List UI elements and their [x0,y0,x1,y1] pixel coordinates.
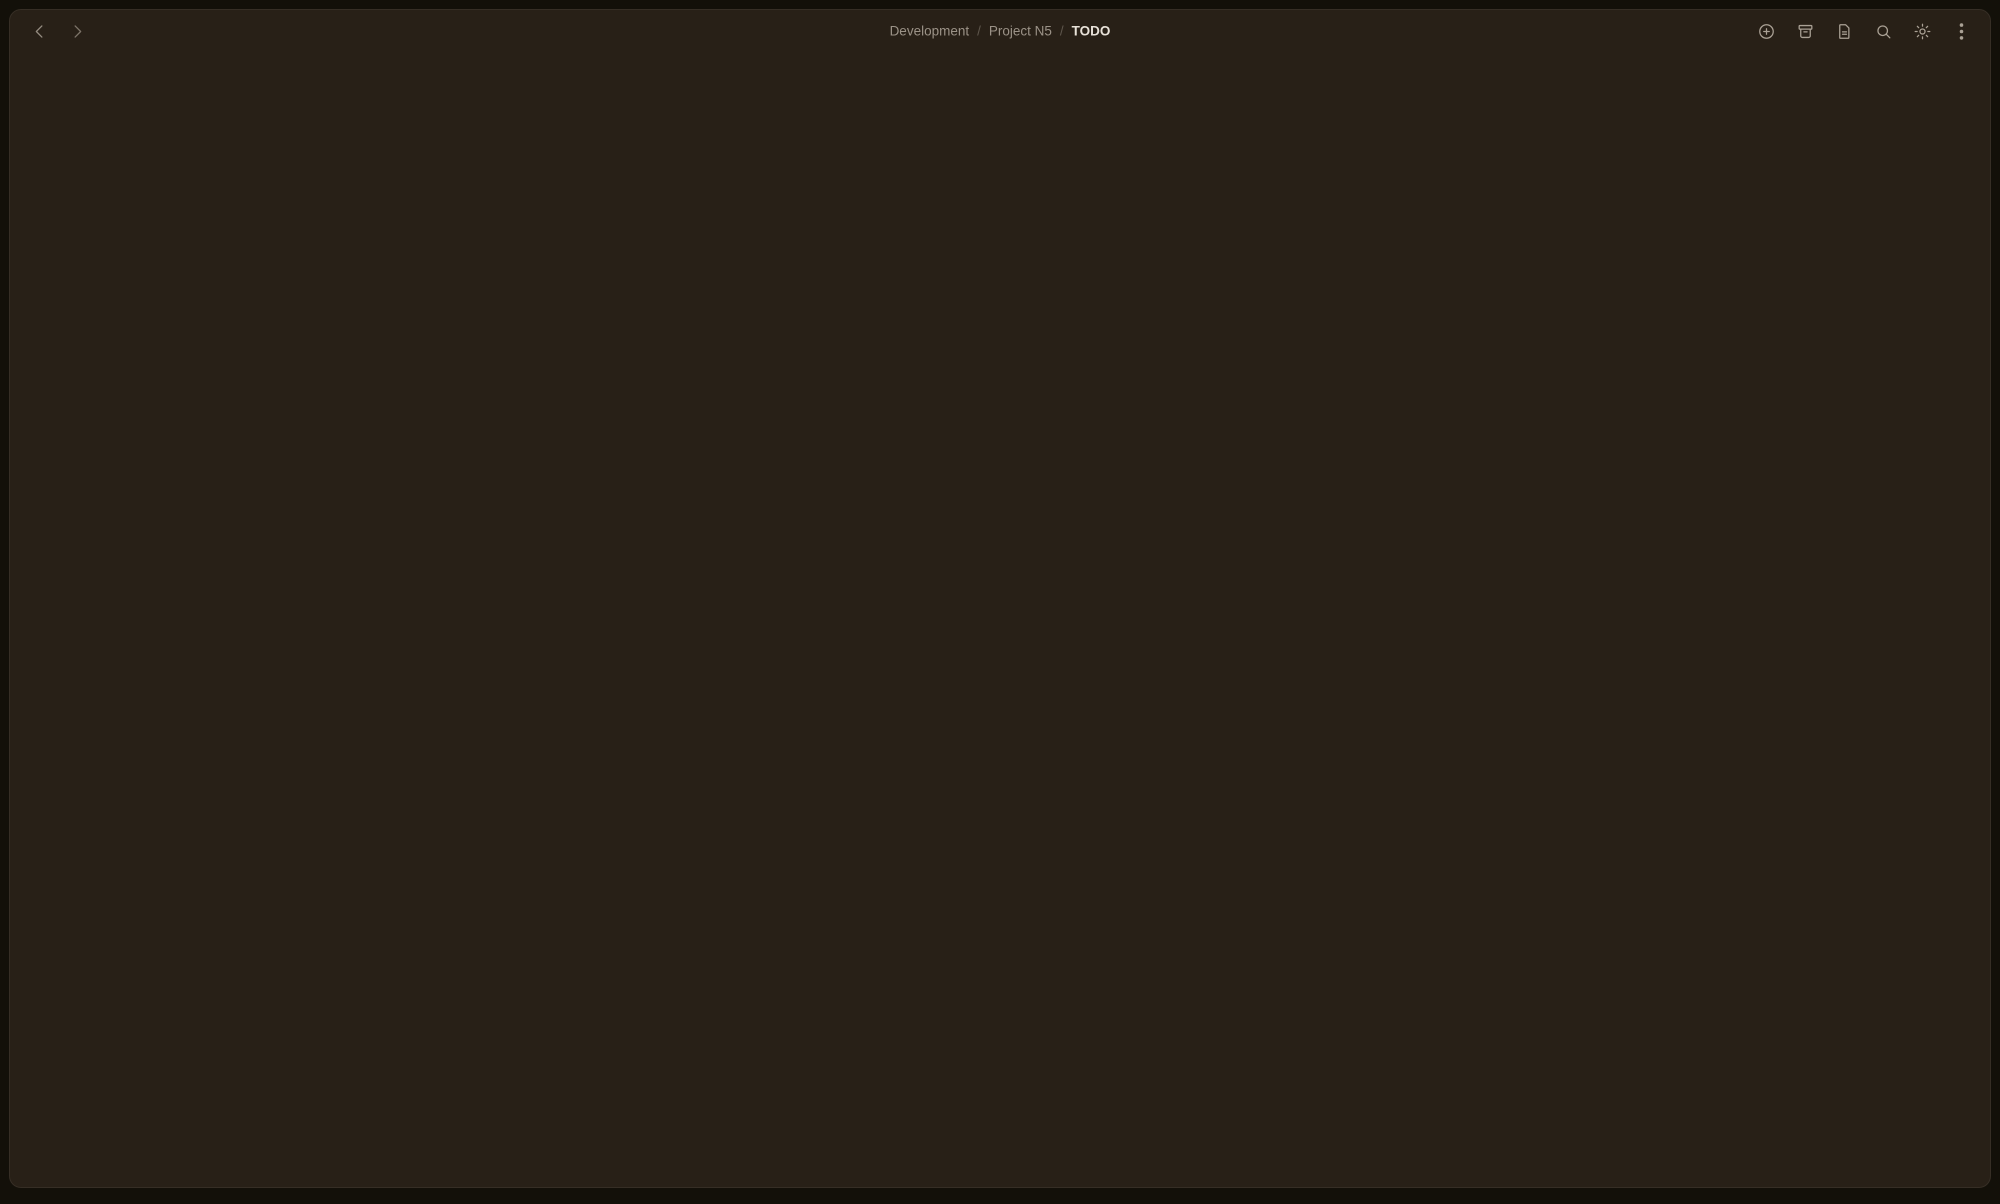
topbar-nav [28,20,88,42]
settings-icon[interactable] [1911,20,1933,42]
overflow-menu-icon[interactable] [1950,20,1972,42]
arrow-right-icon[interactable] [66,20,88,42]
document-icon[interactable] [1833,20,1855,42]
archive-box-icon[interactable] [1794,20,1816,42]
topbar-actions [1755,20,1972,42]
topbar: Development / Project N5 / TODO [10,10,1990,52]
breadcrumb-separator: / [977,24,981,39]
app-window: Development / Project N5 / TODO [9,9,1991,1188]
breadcrumb-item[interactable]: Development [890,24,970,39]
breadcrumb-item[interactable]: Project N5 [989,24,1052,39]
arrow-left-icon[interactable] [28,20,50,42]
search-icon[interactable] [1872,20,1894,42]
breadcrumb-separator: / [1060,24,1064,39]
board [10,58,1990,1187]
plus-circle-icon[interactable] [1755,20,1777,42]
breadcrumb-item-current: TODO [1072,24,1111,39]
breadcrumb: Development / Project N5 / TODO [890,24,1111,39]
